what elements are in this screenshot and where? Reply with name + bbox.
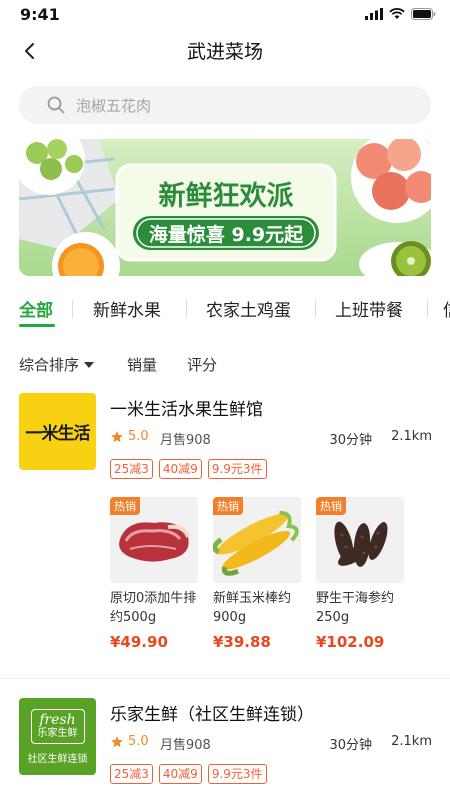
product-price: ¥102.09 bbox=[316, 633, 385, 651]
delivery-time: 30分钟 bbox=[329, 433, 372, 448]
store-logo-caption: 社区生鲜连锁 bbox=[27, 753, 88, 765]
product-name: 野生干海参约250g bbox=[316, 591, 395, 625]
product-name: 原切0添加牛排约500g bbox=[110, 591, 197, 625]
product-card[interactable]: 热销 原切0添加牛排约500g ¥49.90 bbox=[110, 497, 198, 651]
monthly-sales: 月售908 bbox=[160, 738, 211, 753]
promo-banner[interactable]: 新鲜狂欢派 海量惊喜 9.9元起 bbox=[19, 139, 431, 276]
store-rating: 5.0 bbox=[128, 734, 149, 749]
tab-work-lunch[interactable]: 上班带餐 bbox=[335, 296, 403, 321]
promo-tags: 25减3 40减9 9.9元3件 bbox=[110, 764, 267, 784]
product-list: 热销 原切0添加牛排约500g ¥49.90 热销 新鲜玉米棒约900g ¥39… bbox=[110, 497, 440, 657]
sort-rating[interactable]: 评分 bbox=[187, 354, 217, 375]
promo-tag: 40减9 bbox=[158, 459, 202, 479]
page-title: 武进菜场 bbox=[186, 41, 263, 63]
star-icon bbox=[111, 736, 123, 748]
store-logo-text: fresh bbox=[39, 711, 76, 728]
tab-fresh-fruit[interactable]: 新鲜水果 bbox=[93, 296, 161, 321]
store-meta: 5.0 月售908 30分钟 2.1km bbox=[110, 429, 432, 448]
search-input[interactable]: 泡椒五花肉 bbox=[19, 86, 431, 124]
store-logo-badge: fresh 乐家生鲜 bbox=[30, 708, 85, 744]
banner-headline: 新鲜狂欢派 bbox=[159, 180, 294, 212]
product-card[interactable]: 热销 新鲜玉米棒约900g ¥39.88 bbox=[213, 497, 301, 651]
hot-badge: 热销 bbox=[110, 497, 140, 515]
store-card[interactable]: fresh 乐家生鲜 社区生鲜连锁 乐家生鲜（社区生鲜连锁） 5.0 月售908… bbox=[0, 698, 450, 800]
store-meta: 5.0 月售908 30分钟 2.1km bbox=[110, 734, 432, 753]
category-tabs: 全部 新鲜水果 农家土鸡蛋 上班带餐 信 bbox=[0, 296, 450, 330]
tab-all[interactable]: 全部 bbox=[19, 296, 53, 321]
promo-tag: 25减3 bbox=[110, 764, 153, 784]
promo-tag: 25减3 bbox=[110, 459, 153, 479]
nav-bar: 武进菜场 bbox=[0, 32, 450, 68]
store-logo-subtext: 乐家生鲜 bbox=[37, 727, 78, 739]
hot-badge: 热销 bbox=[213, 497, 243, 515]
tab-more[interactable]: 信 bbox=[443, 296, 450, 321]
sort-comprehensive[interactable]: 综合排序 bbox=[19, 354, 95, 375]
divider bbox=[0, 678, 450, 679]
promo-tags: 25减3 40减9 9.9元3件 bbox=[110, 459, 267, 479]
store-logo: fresh 乐家生鲜 社区生鲜连锁 bbox=[19, 698, 96, 775]
status-bar: 9:41 bbox=[0, 0, 450, 32]
status-time: 9:41 bbox=[20, 5, 60, 24]
tab-farm-eggs[interactable]: 农家土鸡蛋 bbox=[206, 296, 291, 321]
tab-divider bbox=[72, 300, 73, 318]
banner-subline: 海量惊喜 9.9元起 bbox=[149, 223, 304, 246]
search-placeholder: 泡椒五花肉 bbox=[76, 96, 152, 115]
wifi-icon bbox=[389, 8, 405, 19]
monthly-sales: 月售908 bbox=[160, 433, 211, 448]
status-icons bbox=[365, 8, 436, 20]
battery-icon bbox=[411, 8, 436, 20]
product-image-beef: 热销 bbox=[110, 497, 198, 583]
product-image-corn: 热销 bbox=[213, 497, 301, 583]
store-card[interactable]: 一米生活 一米生活水果生鲜馆 5.0 月售908 30分钟 2.1km 25减3… bbox=[0, 393, 450, 663]
store-rating: 5.0 bbox=[128, 429, 149, 444]
store-name: 乐家生鲜（社区生鲜连锁） bbox=[110, 705, 314, 725]
signal-icon bbox=[365, 8, 383, 20]
product-price: ¥39.88 bbox=[213, 633, 271, 651]
active-tab-indicator bbox=[19, 324, 55, 327]
tab-divider bbox=[427, 300, 428, 318]
tab-divider bbox=[315, 300, 316, 318]
store-distance: 2.1km bbox=[391, 734, 432, 749]
product-price: ¥49.90 bbox=[110, 633, 168, 651]
promo-tag: 9.9元3件 bbox=[207, 459, 267, 479]
product-card[interactable]: 热销 野生干海参约250g ¥102.09 bbox=[316, 497, 404, 651]
caret-down-icon bbox=[84, 362, 95, 368]
search-icon bbox=[47, 95, 67, 115]
store-logo-text: 一米生活 bbox=[25, 424, 91, 444]
product-image-sea-cucumber: 热销 bbox=[316, 497, 404, 583]
promo-tag: 9.9元3件 bbox=[207, 764, 267, 784]
delivery-time: 30分钟 bbox=[329, 738, 372, 753]
star-icon bbox=[111, 431, 123, 443]
hot-badge: 热销 bbox=[316, 497, 346, 515]
store-distance: 2.1km bbox=[391, 429, 432, 444]
store-name: 一米生活水果生鲜馆 bbox=[110, 400, 263, 420]
promo-tag: 40减9 bbox=[158, 764, 202, 784]
sort-sales[interactable]: 销量 bbox=[127, 354, 157, 375]
tab-divider bbox=[186, 300, 187, 318]
sort-comprehensive-label: 综合排序 bbox=[19, 356, 80, 374]
sort-bar: 综合排序 销量 评分 bbox=[0, 352, 450, 376]
store-logo: 一米生活 bbox=[19, 393, 96, 470]
product-name: 新鲜玉米棒约900g bbox=[213, 591, 292, 625]
